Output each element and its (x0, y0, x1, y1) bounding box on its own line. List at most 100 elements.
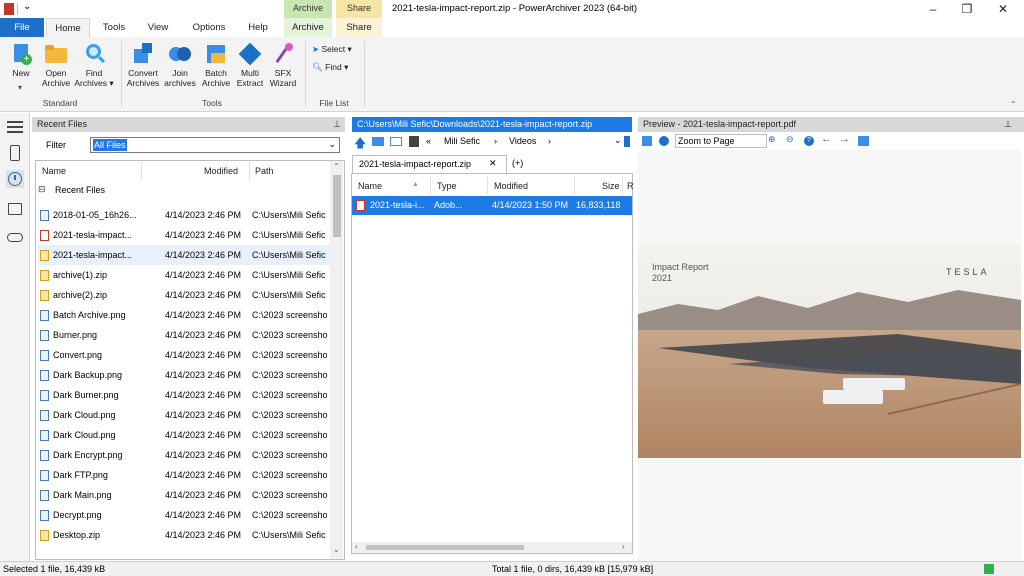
multi-extract-button[interactable]: Multi Extract (232, 42, 268, 88)
group-collapse-icon[interactable]: ⊟ (38, 184, 46, 195)
tab-tools[interactable]: Tools (94, 18, 134, 37)
recent-scrollbar[interactable]: ⌃ ⌄ (330, 161, 343, 559)
scroll-right-icon[interactable]: › (622, 542, 625, 551)
tab-home[interactable]: Home (46, 18, 90, 37)
view-list-icon[interactable] (390, 137, 402, 146)
collapse-ribbon-icon[interactable]: ⌃ (1010, 100, 1017, 109)
list-item[interactable]: Dark Cloud.png 4/14/2023 2:46 PM C:\2023 s… (38, 405, 330, 425)
tab-share[interactable]: Share (336, 18, 382, 37)
fit-icon[interactable] (642, 136, 652, 146)
join-archives-button[interactable]: Join archives (162, 43, 198, 88)
find-archives-button[interactable]: Find Archives ▾ (72, 43, 116, 88)
chevron-down-icon[interactable]: ⌄ (614, 135, 622, 146)
file-name: Dark Cloud.png (53, 410, 116, 420)
help-icon[interactable]: ? (804, 136, 814, 146)
multi-extract-label: Multi (241, 68, 259, 78)
list-item[interactable]: 2021-tesla-impact... 4/14/2023 2:46 PM C:\… (38, 225, 330, 245)
column-r[interactable]: R (627, 181, 634, 191)
list-item[interactable]: archive(1).zip 4/14/2023 2:46 PM C:\Users\… (38, 265, 330, 285)
group-label-tools: Tools (202, 98, 222, 108)
list-item[interactable]: Burner.png 4/14/2023 2:46 PM C:\2023 scree… (38, 325, 330, 345)
find-dropdown[interactable]: 🔍︎ Find ▾ (312, 60, 348, 74)
pin-icon[interactable]: ⊥ (333, 117, 341, 132)
list-item[interactable]: 2021-tesla-impact... 4/14/2023 2:46 PM C:\… (38, 245, 330, 265)
column-size[interactable]: Size (602, 181, 620, 191)
recent-history-icon[interactable] (6, 170, 24, 188)
column-modified[interactable]: Modified (204, 166, 238, 176)
column-modified[interactable]: Modified (494, 181, 528, 191)
list-item[interactable]: archive(2).zip 4/14/2023 2:46 PM C:\Users\… (38, 285, 330, 305)
group-label-file-list: File List (319, 98, 349, 108)
list-item[interactable]: Dark Backup.png 4/14/2023 2:46 PM C:\2023 … (38, 365, 330, 385)
actual-size-icon[interactable] (659, 136, 669, 146)
scroll-thumb[interactable] (366, 545, 524, 550)
chevron-down-icon[interactable]: ⌄ (328, 139, 336, 150)
column-name[interactable]: Name (358, 181, 382, 191)
list-item[interactable]: Dark Cloud.png 4/14/2023 2:46 PM C:\2023 s… (38, 425, 330, 445)
group-divider (364, 41, 365, 107)
list-item[interactable]: Dark Encrypt.png 4/14/2023 2:46 PM C:\2023… (38, 445, 330, 465)
cloud-icon[interactable] (6, 227, 24, 245)
archive-drive-icon[interactable] (6, 144, 24, 162)
column-path[interactable]: Path (255, 166, 274, 176)
list-item[interactable]: Decrypt.png 4/14/2023 2:46 PM C:\2023 scre… (38, 505, 330, 525)
convert-archives-button[interactable]: Convert Archives (124, 43, 162, 88)
view-details-icon[interactable] (372, 137, 384, 146)
list-item[interactable]: Batch Archive.png 4/14/2023 2:46 PM C:\202… (38, 305, 330, 325)
scroll-thumb[interactable] (333, 175, 341, 237)
list-item[interactable]: Dark Burner.png 4/14/2023 2:46 PM C:\2023 … (38, 385, 330, 405)
menu-icon[interactable] (6, 118, 24, 136)
batch-archive-button[interactable]: Batch Archive (198, 43, 234, 88)
breadcrumb-item-videos[interactable]: Videos (509, 136, 536, 146)
prev-page-icon[interactable]: ← (821, 133, 832, 145)
qat-customize-icon[interactable]: ▾ (18, 83, 22, 92)
add-tab-button[interactable]: (+) (512, 158, 523, 168)
sfx-wizard-button[interactable]: SFX Wizard (266, 43, 300, 88)
file-path: C:\2023 screensho (252, 390, 328, 400)
path-scroll-icon[interactable] (624, 136, 630, 147)
open-archive-button[interactable]: Open Archive (38, 43, 74, 88)
app-icon[interactable] (4, 3, 14, 15)
pin-icon[interactable]: ⊥ (1004, 117, 1012, 132)
select-label: Select ▾ (321, 44, 352, 54)
list-item[interactable]: Convert.png 4/14/2023 2:46 PM C:\2023 scre… (38, 345, 330, 365)
tab-archive[interactable]: Archive (284, 18, 332, 37)
list-item[interactable]: Dark Main.png 4/14/2023 2:46 PM C:\2023 sc… (38, 485, 330, 505)
filter-select[interactable]: All Files ⌄ (90, 137, 340, 153)
next-page-icon[interactable]: → (839, 133, 850, 145)
column-name[interactable]: Name (42, 166, 66, 176)
maximize-icon[interactable]: ❐ (950, 0, 984, 18)
zoom-select[interactable]: Zoom to Page (675, 134, 767, 148)
network-icon[interactable] (6, 200, 24, 218)
select-dropdown[interactable]: ➤ Select ▾ (312, 42, 352, 56)
close-tab-icon[interactable]: ✕ (489, 158, 497, 169)
breadcrumb-item-mili-sefic[interactable]: Mili Sefic (444, 136, 480, 146)
archive-tab[interactable]: 2021-tesla-impact-report.zip ✕ (352, 155, 507, 173)
zoom-in-icon[interactable]: ⊕ (768, 134, 776, 145)
scroll-left-icon[interactable]: ‹ (355, 542, 358, 551)
list-item[interactable]: Dark FTP.png 4/14/2023 2:46 PM C:\2023 scr… (38, 465, 330, 485)
breadcrumb-back[interactable]: « (426, 136, 431, 146)
tab-options[interactable]: Options (186, 18, 232, 37)
list-item[interactable]: 2018-01-05_16h26... 4/14/2023 2:46 PM C:\U… (38, 205, 330, 225)
column-type[interactable]: Type (437, 181, 457, 191)
scroll-up-icon[interactable]: ⌃ (333, 162, 340, 171)
list-item[interactable]: Desktop.zip 4/14/2023 2:46 PM C:\Users\Mil… (38, 525, 330, 545)
up-arrow-icon[interactable]: 🡅 (354, 134, 366, 155)
zoom-out-icon[interactable]: ⊖ (786, 134, 794, 145)
tab-help[interactable]: Help (240, 18, 276, 37)
new-button[interactable]: + New (6, 43, 36, 78)
close-icon[interactable]: ✕ (986, 0, 1020, 18)
minimize-icon[interactable]: – (916, 0, 950, 18)
quick-access-dropdown-icon[interactable]: ⌄ (23, 1, 31, 12)
file-name: Desktop.zip (53, 530, 101, 540)
cursor-icon: ➤ (312, 44, 320, 54)
scroll-down-icon[interactable]: ⌄ (333, 545, 340, 554)
image-file-icon (40, 210, 49, 221)
filmstrip-icon[interactable] (409, 136, 419, 147)
tab-file[interactable]: File (0, 18, 44, 37)
tab-view[interactable]: View (140, 18, 176, 37)
print-icon[interactable] (858, 136, 869, 146)
archive-hscrollbar[interactable]: ‹ › (352, 542, 632, 553)
archive-row-selected[interactable]: 2021-tesla-i... Adob... 4/14/2023 1:50 P… (352, 196, 632, 215)
